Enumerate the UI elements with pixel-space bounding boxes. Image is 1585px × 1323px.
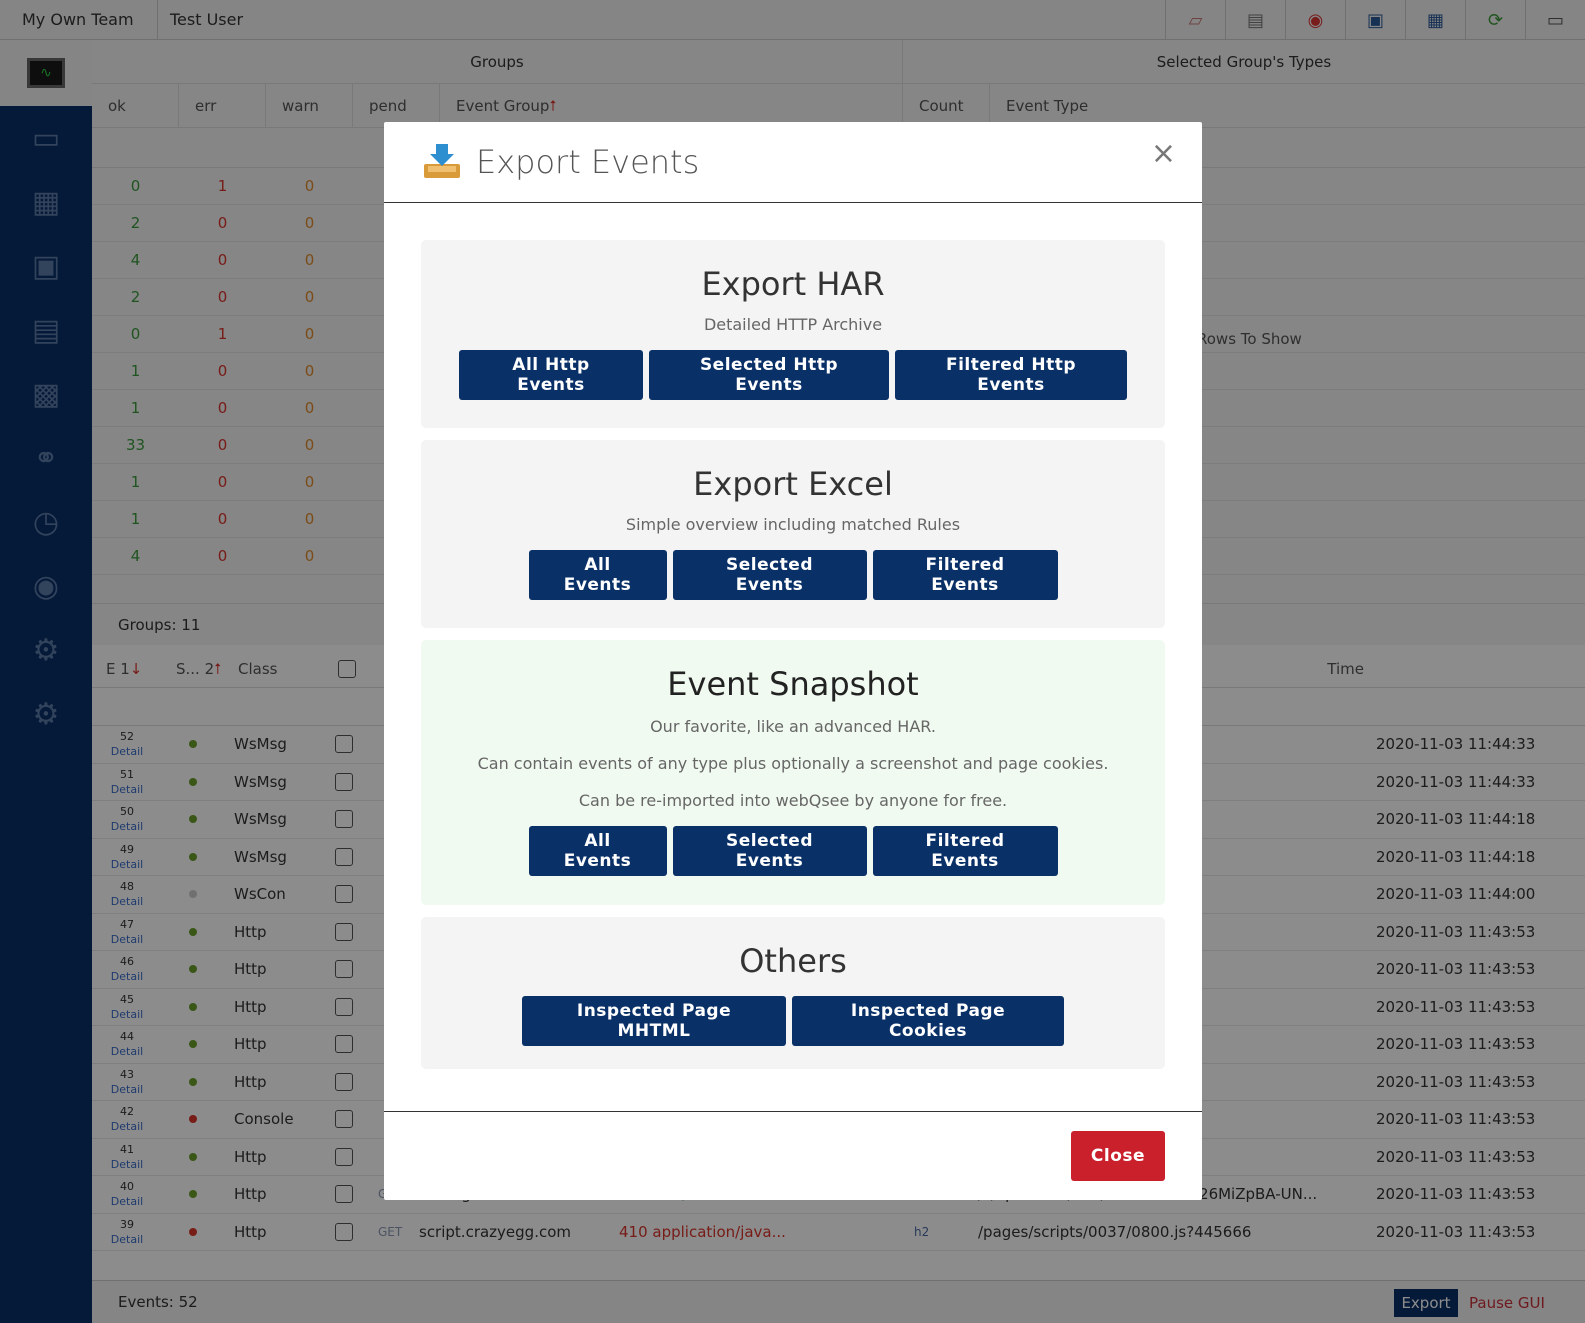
app-window: My Own Team Test User ▱ ▤ ◉ ▣ ▦ ⟳ ▭ ∿ ▭ … [0, 0, 1585, 1323]
snapshot-line-1: Our favorite, like an advanced HAR. [650, 717, 936, 736]
snapshot-filtered-events-button[interactable]: Filtered Events [872, 826, 1058, 876]
snapshot-line-3: Can be re-imported into webQsee by anyon… [578, 791, 1008, 810]
modal-header: Export Events × [384, 122, 1202, 203]
selected-http-events-button[interactable]: Selected Http Events [649, 350, 889, 400]
section-title: Export HAR [701, 265, 885, 303]
inspected-page-cookies-button[interactable]: Inspected Page Cookies [792, 996, 1064, 1046]
others-button-row: Inspected Page MHTML Inspected Page Cook… [421, 996, 1165, 1046]
all-http-events-button[interactable]: All Http Events [459, 350, 643, 400]
section-description: Simple overview including matched Rules [625, 515, 961, 534]
close-icon[interactable]: × [1151, 136, 1176, 171]
modal-footer: Close [384, 1111, 1202, 1200]
snapshot-line-2: Can contain events of any type plus opti… [477, 754, 1109, 773]
export-tray-icon [424, 144, 460, 178]
section-title: Others [739, 942, 847, 980]
snapshot-button-row: All Events Selected Events Filtered Even… [421, 826, 1165, 876]
snapshot-selected-events-button[interactable]: Selected Events [672, 826, 867, 876]
section-description: Detailed HTTP Archive [703, 315, 883, 334]
close-button[interactable]: Close [1071, 1131, 1165, 1181]
section-others: Others Inspected Page MHTML Inspected Pa… [421, 917, 1165, 1069]
har-button-row: All Http Events Selected Http Events Fil… [421, 350, 1165, 400]
modal-title: Export Events [476, 143, 700, 181]
section-export-excel: Export Excel Simple overview including m… [421, 440, 1165, 628]
excel-filtered-events-button[interactable]: Filtered Events [872, 550, 1058, 600]
excel-all-events-button[interactable]: All Events [528, 550, 667, 600]
excel-button-row: All Events Selected Events Filtered Even… [421, 550, 1165, 600]
filtered-http-events-button[interactable]: Filtered Http Events [895, 350, 1127, 400]
section-event-snapshot: Event Snapshot Our favorite, like an adv… [421, 640, 1165, 905]
section-title: Export Excel [693, 465, 893, 503]
section-export-har: Export HAR Detailed HTTP Archive All Htt… [421, 240, 1165, 428]
modal-body: Export HAR Detailed HTTP Archive All Htt… [384, 203, 1202, 1069]
snapshot-all-events-button[interactable]: All Events [528, 826, 667, 876]
inspected-page-mhtml-button[interactable]: Inspected Page MHTML [522, 996, 786, 1046]
export-events-modal: Export Events × Export HAR Detailed HTTP… [384, 122, 1202, 1200]
excel-selected-events-button[interactable]: Selected Events [672, 550, 867, 600]
section-title: Event Snapshot [667, 665, 919, 703]
